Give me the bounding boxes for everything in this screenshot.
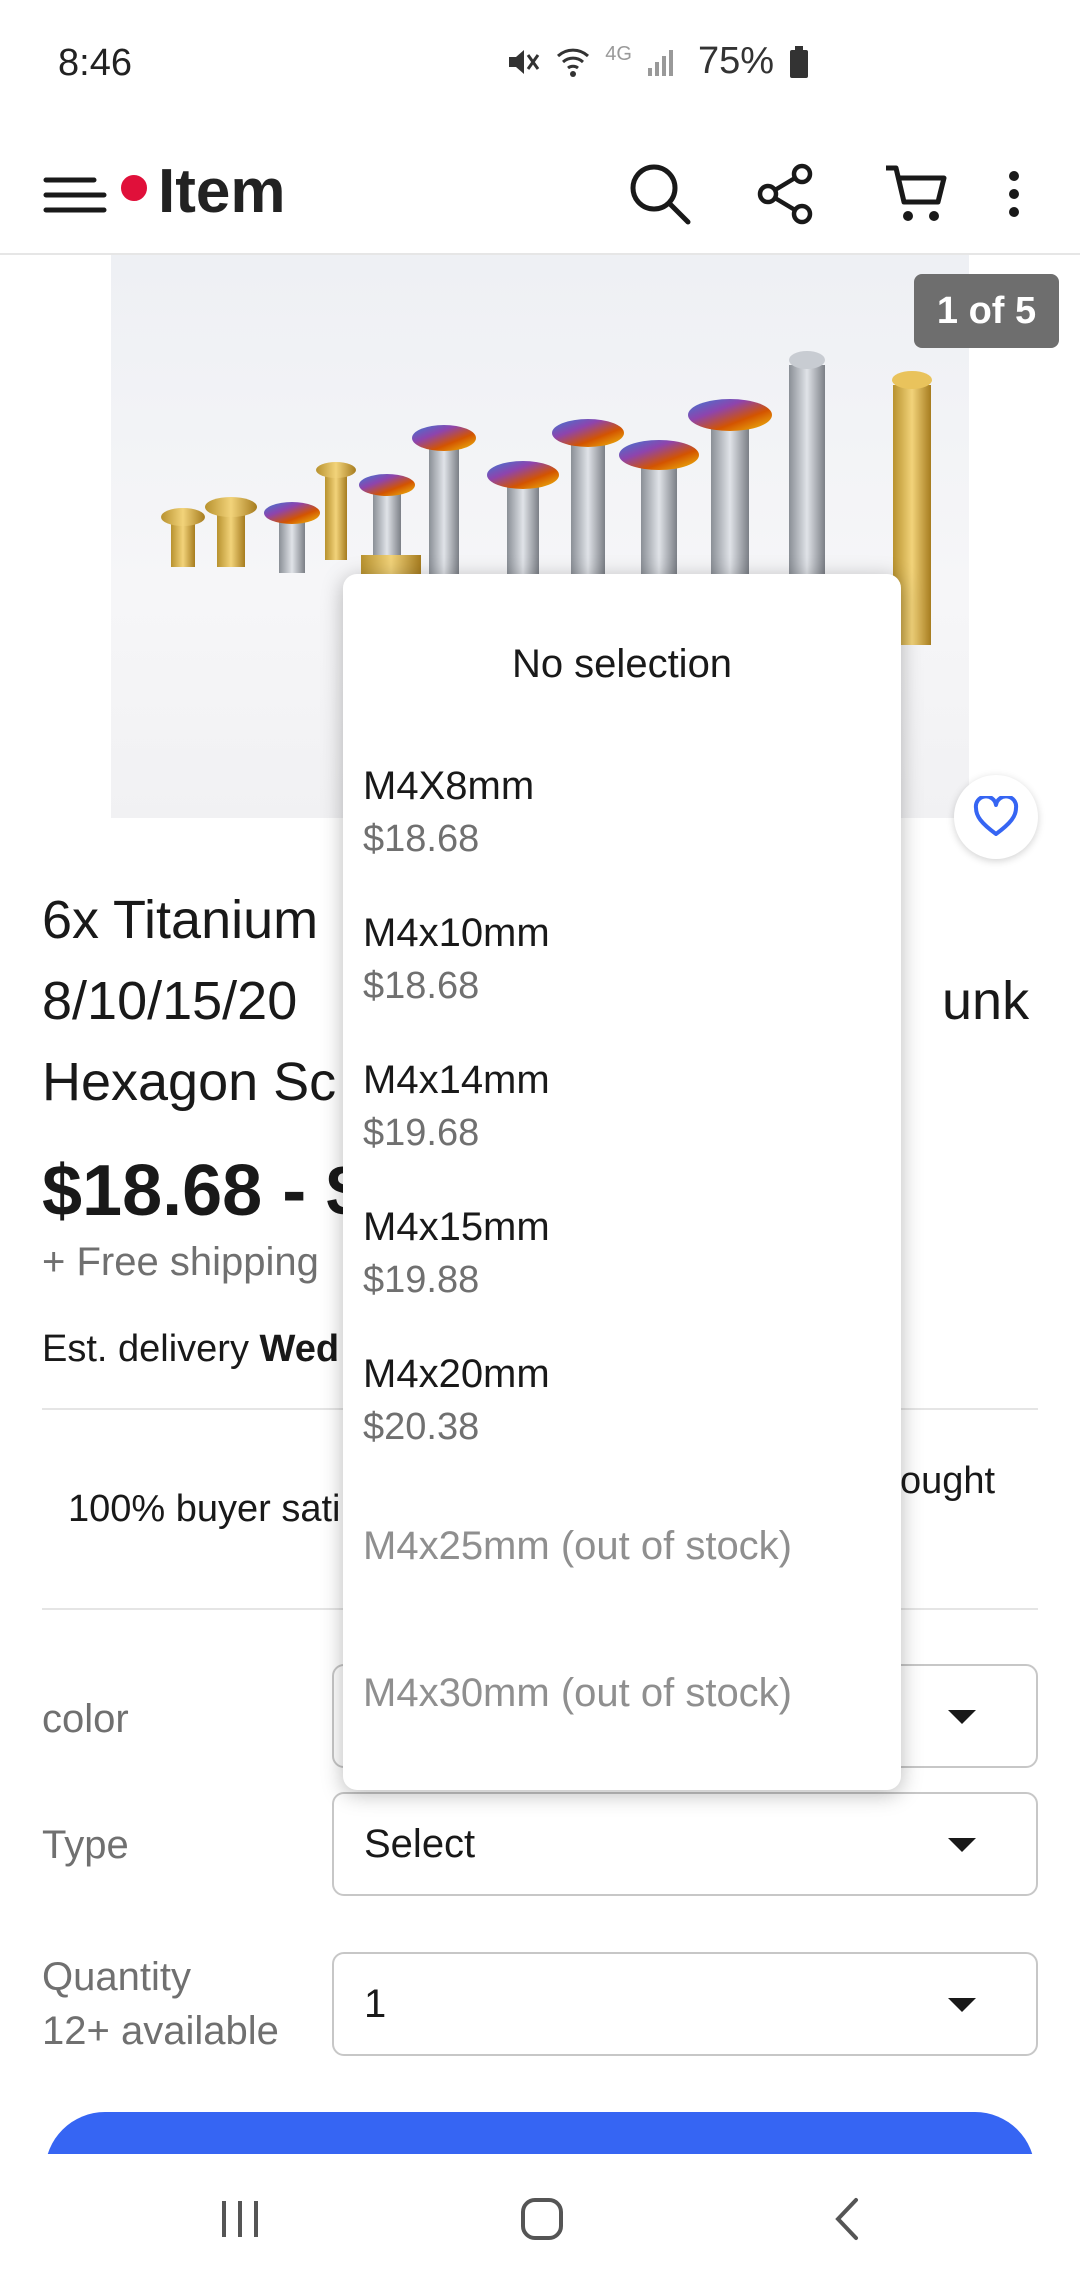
cart-icon [886,165,947,221]
recent-apps-icon [222,2201,258,2237]
wifi-icon [555,44,591,80]
share-button[interactable] [748,156,824,232]
dropdown-option[interactable]: M4x14mm $19.68 [363,1054,883,1160]
delivery-date: Wed [259,1328,340,1370]
menu-icon [43,177,107,213]
back-icon [835,2198,858,2240]
type-label: Type [42,1823,129,1867]
watch-button[interactable] [954,775,1038,859]
option-name: M4x20mm [363,1352,550,1396]
delivery-estimate: Est. delivery Wed [42,1328,339,1371]
menu-button[interactable] [40,160,150,230]
page-title: Item [158,157,286,226]
listing-title-line2: 8/10/15/20 [42,971,298,1031]
cart-button[interactable] [878,156,954,232]
status-bar: 8:46 4G 75% [0,0,1080,130]
caret-down-icon [948,1710,976,1724]
caret-down-icon [948,1998,976,2012]
option-name: M4X8mm [363,764,535,808]
home-button[interactable] [502,2184,582,2254]
app-bar: Item [0,130,1080,255]
recent-apps-button[interactable] [200,2184,280,2254]
dropdown-option[interactable]: M4x20mm $20.38 [363,1348,883,1454]
delivery-prefix: Est. delivery [42,1328,260,1370]
more-options-button[interactable] [984,156,1044,232]
listing-title-line1: 6x Titanium [42,890,319,950]
quantity-select-value: 1 [364,1982,387,2026]
option-price: $19.68 [363,1112,480,1154]
share-icon [757,163,813,225]
dropdown-option[interactable]: M4X8mm $18.68 [363,760,883,866]
home-icon [521,2198,563,2240]
search-button[interactable] [622,156,698,232]
type-select[interactable]: Select [332,1792,1038,1896]
notification-dot [118,172,150,204]
status-time: 8:46 [58,42,132,84]
price-range: $18.68 - $ [42,1151,367,1231]
dropdown-option-out-of-stock[interactable]: M4x25mm (out of stock) [363,1520,883,1572]
heart-icon [973,796,1019,836]
dropdown-option[interactable]: M4x10mm $18.68 [363,907,883,1013]
search-icon [630,164,691,225]
network-type-label: 4G [605,43,632,65]
option-price: $19.88 [363,1259,480,1301]
quantity-available: 12+ available [42,2009,279,2053]
listing-title-line3: Hexagon Sc [42,1052,337,1112]
option-price: $18.68 [363,965,480,1007]
status-icons: 4G 75% [505,40,810,83]
option-name: M4x10mm [363,911,550,955]
option-name: M4x25mm (out of stock) [363,1524,793,1568]
buyer-satisfaction-text: 100% buyer sati [68,1488,341,1530]
dropdown-option-out-of-stock[interactable]: M4x30mm (out of stock) [363,1667,883,1719]
signal-icon [646,44,678,80]
system-nav-bar [0,2154,1080,2280]
type-dropdown-menu: No selection M4X8mm $18.68 M4x10mm $18.6… [343,574,901,1790]
dropdown-option[interactable]: M4x15mm $19.88 [363,1201,883,1307]
option-price: $20.38 [363,1406,480,1448]
battery-icon [788,44,810,80]
mute-icon [505,44,541,80]
caret-down-icon [948,1838,976,1852]
battery-percent: 75% [697,40,774,82]
quantity-select[interactable]: 1 [332,1952,1038,2056]
color-label: color [42,1697,129,1741]
shipping-info: + Free shipping [42,1240,319,1284]
type-select-value: Select [364,1822,476,1866]
option-name: M4x15mm [363,1205,550,1249]
listing-title-line2-end: unk [942,971,1030,1031]
option-name: M4x14mm [363,1058,550,1102]
quantity-label: Quantity [42,1955,191,1999]
option-name: M4x30mm (out of stock) [363,1671,793,1715]
no-selection-option[interactable]: No selection [343,642,901,687]
back-button[interactable] [806,2184,886,2254]
option-price: $18.68 [363,818,480,860]
image-counter: 1 of 5 [914,274,1059,348]
more-vert-icon [1009,171,1019,217]
bought-text: ought [900,1460,996,1502]
